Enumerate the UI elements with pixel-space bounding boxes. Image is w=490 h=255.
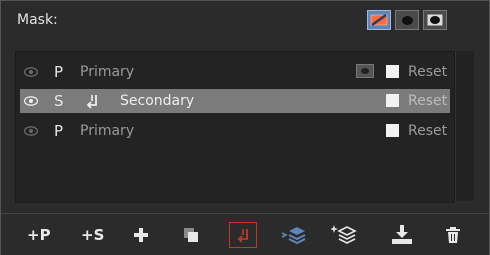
add-button[interactable]: [133, 224, 149, 246]
filled-mask-icon: [401, 15, 413, 25]
layers-icon: [281, 227, 306, 245]
reset-checkbox[interactable]: [386, 94, 399, 107]
eye-icon[interactable]: [24, 126, 38, 136]
duplicate-button[interactable]: [183, 224, 199, 246]
download-button[interactable]: [391, 224, 413, 246]
revert-button[interactable]: [229, 222, 257, 248]
reset-checkbox[interactable]: [386, 124, 399, 137]
list-item-selected[interactable]: S Secondary Reset: [20, 89, 450, 113]
layer-name: Primary: [80, 64, 135, 80]
list-item[interactable]: P Primary Reset: [20, 60, 450, 84]
delete-button[interactable]: [445, 224, 461, 246]
eye-icon[interactable]: [24, 96, 38, 106]
layer-name: Primary: [80, 123, 135, 139]
mask-header: Mask:: [9, 9, 481, 33]
revert-icon: [86, 95, 97, 109]
layers-button[interactable]: [281, 224, 307, 246]
list-scrollbar[interactable]: [455, 51, 474, 201]
outline-mask-button[interactable]: [423, 10, 447, 30]
layer-type: P: [54, 63, 64, 81]
mask-layer-list: P Primary Reset S Secondary Reset P Prim…: [15, 51, 455, 203]
reset-label: Reset: [408, 93, 448, 109]
mask-title: Mask:: [17, 12, 58, 28]
reset-label: Reset: [408, 123, 448, 139]
trash-icon: [446, 227, 460, 243]
revert-icon: [237, 229, 248, 243]
add-primary-button[interactable]: +P: [27, 224, 51, 246]
eye-icon[interactable]: [24, 67, 38, 77]
duplicate-icon: [184, 228, 198, 242]
filled-mask-button[interactable]: [395, 10, 419, 30]
layers-sparkle-icon: [331, 225, 357, 244]
layer-name: Secondary: [120, 93, 195, 109]
layer-type: S: [54, 92, 64, 110]
no-mask-icon: [370, 14, 388, 26]
reset-label: Reset: [408, 64, 448, 80]
layers-sparkle-button[interactable]: [331, 224, 357, 246]
no-mask-button[interactable]: [367, 10, 391, 30]
add-secondary-button[interactable]: +S: [81, 224, 104, 246]
layer-type: P: [54, 122, 64, 140]
mask-panel: Mask: P Primary Reset S Secondary Reset …: [0, 0, 490, 255]
list-item[interactable]: P Primary Reset: [20, 119, 450, 143]
reset-checkbox[interactable]: [386, 65, 399, 78]
mask-icon[interactable]: [356, 64, 374, 78]
download-icon: [392, 225, 412, 244]
add-icon: [134, 228, 148, 242]
outline-mask-icon: [427, 14, 443, 26]
bottom-toolbar: +P +S: [1, 213, 489, 255]
